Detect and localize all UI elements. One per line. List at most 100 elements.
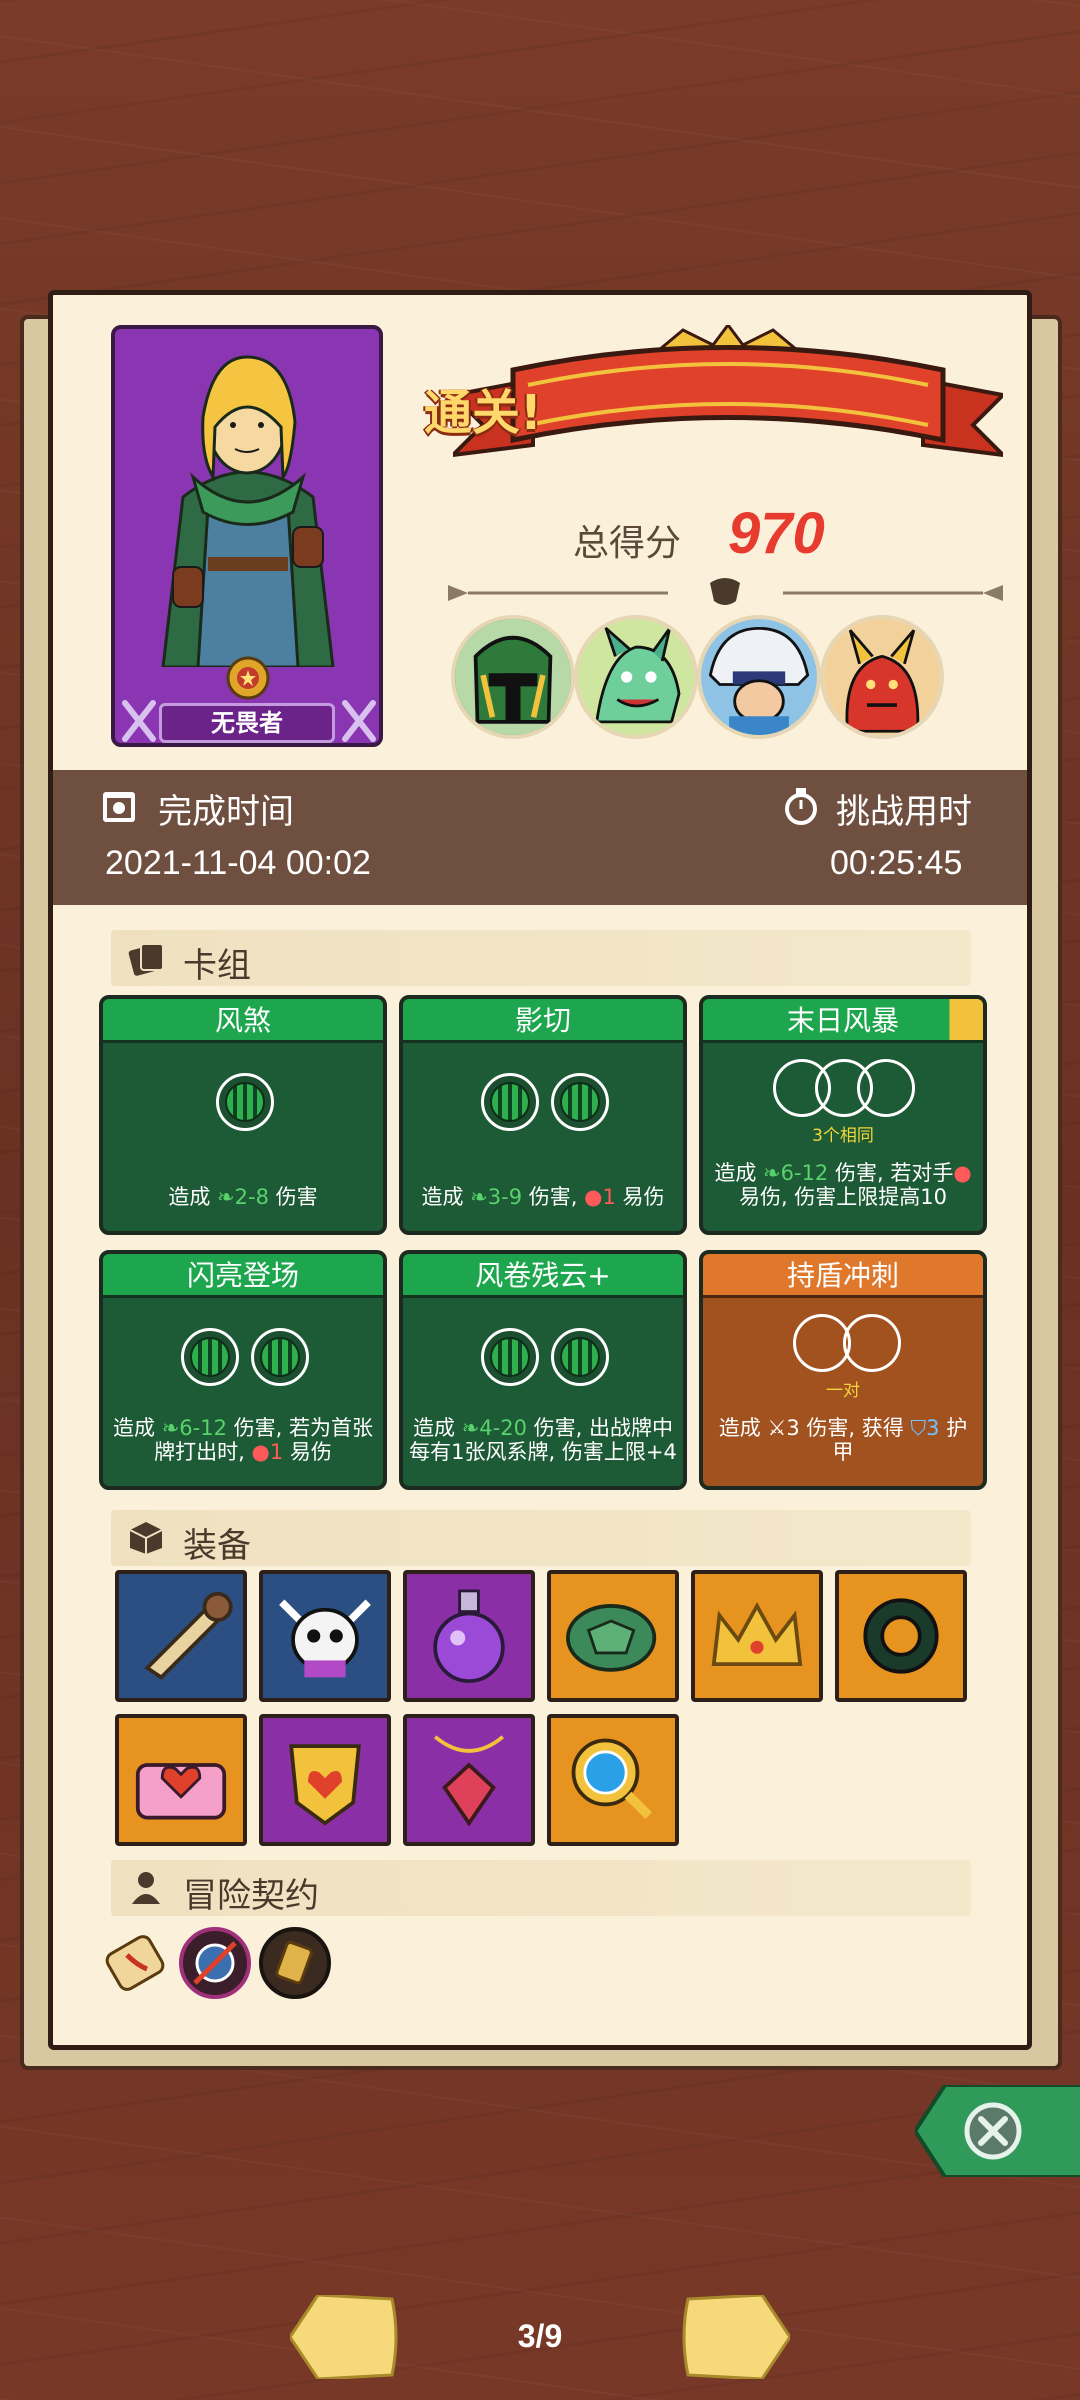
sword-icon: ⚔ (767, 1416, 787, 1440)
wind-damage-icon: ❧ (161, 1416, 180, 1440)
boss-portrait-2[interactable] (574, 615, 698, 739)
wind-orb-icon (481, 1328, 539, 1386)
turtle-shell-icon (566, 1604, 657, 1672)
cards-icon (128, 943, 164, 976)
result-panel: 无畏者 通关! 总得分 970 完成时间 2021-11-04 00:02 挑战… (48, 290, 1032, 2050)
wind-orb-icon (251, 1328, 309, 1386)
bone-decoration-icon (122, 700, 156, 742)
card-value: 6-12 (780, 1161, 829, 1185)
card-desc: 造成 ❧6-12 伤害, 若为首张牌打出时, ●1 易伤 (113, 1416, 373, 1464)
medal-icon (226, 656, 270, 700)
card-name: 影切 (403, 999, 683, 1043)
equipment-slot[interactable] (547, 1570, 679, 1702)
bone-decoration-icon (342, 700, 376, 742)
deck-section-header: 卡组 (111, 930, 971, 986)
duration-label: 挑战用时 (836, 792, 972, 832)
empty-slot-icon (857, 1059, 915, 1117)
score-label: 总得分 (573, 523, 682, 564)
deck-header-text: 卡组 (183, 946, 251, 986)
equipment-slot[interactable] (835, 1570, 967, 1702)
card-desc: 造成 ❧4-20 伤害, 出战牌中每有1张风系牌, 伤害上限+4 (409, 1416, 677, 1464)
card-6[interactable]: 持盾冲刺 一对 造成 ⚔3 伤害, 获得 ⛉3 护甲 (699, 1250, 987, 1490)
wind-orb-icon (551, 1328, 609, 1386)
card-name: 风煞 (103, 999, 383, 1043)
equipment-slot[interactable] (547, 1714, 679, 1846)
card-value: 4-20 (479, 1416, 527, 1440)
card-requirement: 3个相同 (812, 1126, 874, 1146)
card-desc: 造成 ❧3-9 伤害, ●1 易伤 (421, 1185, 665, 1209)
tag-contract-icon[interactable] (257, 1925, 333, 2001)
card-name: 持盾冲刺 (703, 1254, 983, 1298)
vulnerable-value: 1 (602, 1185, 616, 1209)
equipment-slot[interactable] (259, 1714, 391, 1846)
scroll-contract-icon[interactable] (97, 1925, 173, 2001)
wind-orb-icon (481, 1073, 539, 1131)
potion-icon (433, 1589, 505, 1683)
total-score: 总得分 970 (573, 500, 893, 570)
equipment-slot[interactable] (403, 1714, 535, 1846)
equipment-slot[interactable] (403, 1570, 535, 1702)
card-3[interactable]: 末日风暴 3个相同 造成 ❧6-12 伤害, 若对手●易伤, 伤害上限提高10 (699, 995, 987, 1235)
vulnerable-icon: ● (953, 1161, 972, 1185)
hero-art (123, 337, 371, 667)
heart-box-icon (135, 1763, 227, 1820)
wind-damage-icon: ❧ (217, 1185, 235, 1209)
card-4[interactable]: 闪亮登场 造成 ❧6-12 伤害, 若为首张牌打出时, ●1 易伤 (99, 1250, 387, 1490)
card-2[interactable]: 影切 造成 ❧3-9 伤害, ●1 易伤 (399, 995, 687, 1235)
equipment-slot[interactable] (115, 1714, 247, 1846)
wind-orb-icon (551, 1073, 609, 1131)
previous-page-button[interactable] (290, 2295, 398, 2379)
empty-slot-icon (843, 1314, 901, 1372)
card-1[interactable]: 风煞 造成 ❧2-8 伤害 (99, 995, 387, 1235)
skull-icon (279, 1599, 371, 1678)
card-requirement: 一对 (826, 1381, 860, 1401)
wind-damage-icon: ❧ (470, 1185, 488, 1209)
shield-icon: ⛉ (910, 1416, 927, 1440)
person-icon (132, 1872, 160, 1904)
card-name: 闪亮登场 (103, 1254, 383, 1298)
card-value: 3 (926, 1416, 940, 1440)
equipment-slot[interactable] (259, 1570, 391, 1702)
hero-portrait[interactable]: 无畏者 (111, 325, 383, 747)
card-name: 风卷残云+ (403, 1254, 683, 1298)
contract-section-header: 冒险契约 (111, 1860, 971, 1916)
next-page-button[interactable] (682, 2295, 790, 2379)
spiked-orb-contract-icon[interactable] (177, 1925, 253, 2001)
wind-damage-icon: ❧ (461, 1416, 480, 1440)
boss-portrait-1[interactable] (451, 615, 575, 739)
score-value: 970 (728, 501, 825, 566)
equipment-slot[interactable] (691, 1570, 823, 1702)
victory-text: 通关! (424, 385, 542, 441)
calendar-icon (103, 792, 135, 822)
ruby-pendant-icon (433, 1735, 505, 1827)
card-name: 末日风暴 (703, 999, 983, 1043)
card-desc: 造成 ⚔3 伤害, 获得 ⛉3 护甲 (718, 1416, 968, 1464)
card-value: 3-9 (487, 1185, 523, 1209)
time-bar: 完成时间 2021-11-04 00:02 挑战用时 00:25:45 (53, 770, 1027, 905)
wind-orb-icon (181, 1328, 239, 1386)
vulnerable-icon: ● (251, 1440, 270, 1464)
yeti-boss-icon (701, 619, 817, 735)
wind-orb-icon (216, 1073, 274, 1131)
duration-value: 00:25:45 (830, 844, 963, 882)
card-value: 2-8 (234, 1185, 269, 1209)
boss-portrait-3[interactable] (697, 615, 821, 739)
green-helmet-boss-icon (455, 619, 571, 735)
ornamental-divider (448, 578, 1003, 605)
finish-time-value: 2021-11-04 00:02 (105, 844, 371, 882)
crown-icon (711, 1602, 803, 1667)
card-5[interactable]: 风卷残云+ 造成 ❧4-20 伤害, 出战牌中每有1张风系牌, 伤害上限+4 (399, 1250, 687, 1490)
equipment-header-text: 装备 (183, 1526, 251, 1566)
finish-time-label: 完成时间 (158, 792, 294, 832)
equipment-slot[interactable] (115, 1570, 247, 1702)
wind-damage-icon: ❧ (763, 1161, 781, 1185)
vulnerable-icon: ● (584, 1185, 603, 1209)
boss-portrait-4[interactable] (820, 615, 944, 739)
page-indicator: 3/9 (517, 2318, 563, 2354)
stopwatch-icon (785, 788, 817, 825)
close-button[interactable] (915, 2085, 1080, 2177)
contract-header-text: 冒险契约 (183, 1876, 319, 1916)
cube-icon (129, 1522, 163, 1554)
horn-icon (144, 1591, 233, 1680)
card-desc: 造成 ❧2-8 伤害 (168, 1185, 318, 1209)
